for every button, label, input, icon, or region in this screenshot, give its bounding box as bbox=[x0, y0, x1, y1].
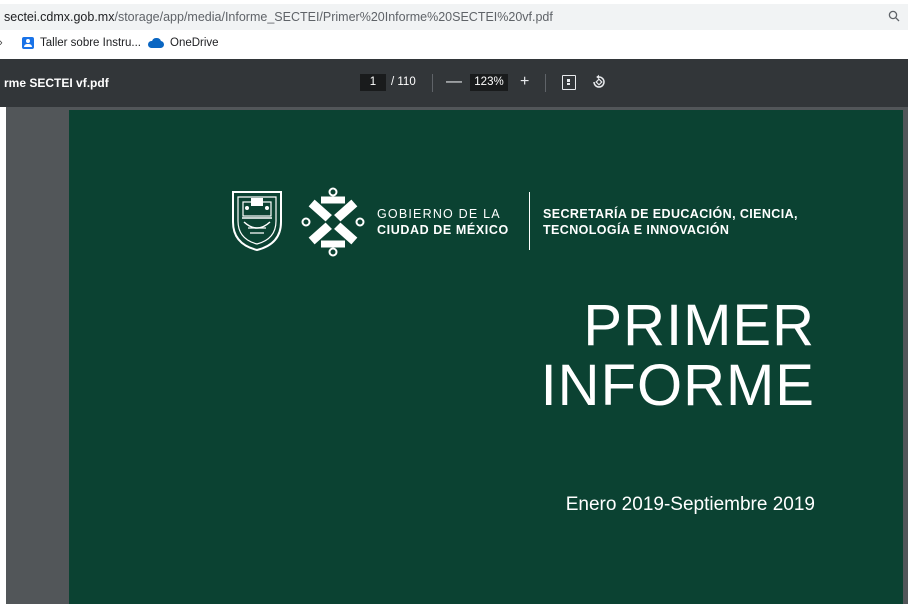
pdf-page: GOBIERNO DE LA CIUDAD DE MÉXICO SECRETAR… bbox=[69, 110, 903, 604]
zoom-out-button[interactable]: — bbox=[446, 72, 462, 92]
pdf-viewer[interactable]: GOBIERNO DE LA CIUDAD DE MÉXICO SECRETAR… bbox=[0, 107, 908, 604]
toolbar-divider bbox=[432, 74, 433, 92]
secretaria-line1: SECRETARÍA DE EDUCACIÓN, CIENCIA, bbox=[543, 207, 798, 221]
gobierno-line2: CIUDAD DE MÉXICO bbox=[377, 223, 509, 237]
bookmark-taller[interactable]: Taller sobre Instru... bbox=[22, 37, 141, 49]
gobierno-text: GOBIERNO DE LA CIUDAD DE MÉXICO bbox=[377, 206, 509, 238]
report-period: Enero 2019-Septiembre 2019 bbox=[565, 494, 815, 515]
report-title-line1: PRIMER bbox=[583, 293, 815, 358]
address-bar[interactable]: sectei.cdmx.gob.mx/storage/app/media/Inf… bbox=[0, 0, 908, 32]
person-icon bbox=[22, 37, 34, 49]
toolbar-divider bbox=[545, 74, 546, 92]
cdmx-emblem-icon bbox=[301, 187, 365, 257]
bookmark-label: Taller sobre Instru... bbox=[40, 37, 141, 49]
bookmark-overflow-icon[interactable]: › bbox=[0, 37, 3, 49]
zoom-level-input[interactable]: 123% bbox=[470, 74, 508, 91]
rotate-icon[interactable] bbox=[591, 74, 607, 95]
bookmark-label: OneDrive bbox=[170, 37, 219, 49]
secretaria-text: SECRETARÍA DE EDUCACIÓN, CIENCIA, TECNOL… bbox=[543, 206, 798, 238]
page-total: / 110 bbox=[391, 76, 416, 88]
gobierno-line1: GOBIERNO DE LA bbox=[377, 207, 501, 221]
url-text[interactable]: sectei.cdmx.gob.mx/storage/app/media/Inf… bbox=[4, 10, 553, 24]
report-title-line2: INFORME bbox=[540, 353, 815, 418]
page-number-input[interactable]: 1 bbox=[360, 74, 386, 91]
fit-page-icon[interactable] bbox=[562, 75, 576, 90]
bookmarks-bar: › Taller sobre Instru... OneDrive bbox=[0, 32, 908, 58]
secretaria-line2: TECNOLOGÍA E INNOVACIÓN bbox=[543, 223, 730, 237]
cloud-icon bbox=[148, 38, 164, 48]
url-host: sectei.cdmx.gob.mx bbox=[4, 10, 115, 24]
viewer-left-edge bbox=[0, 107, 6, 604]
coat-of-arms-icon bbox=[232, 191, 282, 252]
pdf-filename: rme SECTEI vf.pdf bbox=[4, 76, 109, 90]
zoom-in-button[interactable]: + bbox=[520, 72, 529, 92]
logo-divider bbox=[529, 192, 530, 250]
logo-header: GOBIERNO DE LA CIUDAD DE MÉXICO SECRETAR… bbox=[229, 187, 889, 258]
report-title: PRIMER INFORME bbox=[541, 296, 815, 416]
pdf-toolbar: rme SECTEI vf.pdf 1 / 110 — 123% + bbox=[0, 59, 908, 107]
magnifier-icon[interactable] bbox=[888, 10, 900, 25]
bookmark-onedrive[interactable]: OneDrive bbox=[148, 37, 219, 49]
url-path: /storage/app/media/Informe_SECTEI/Primer… bbox=[114, 10, 553, 24]
